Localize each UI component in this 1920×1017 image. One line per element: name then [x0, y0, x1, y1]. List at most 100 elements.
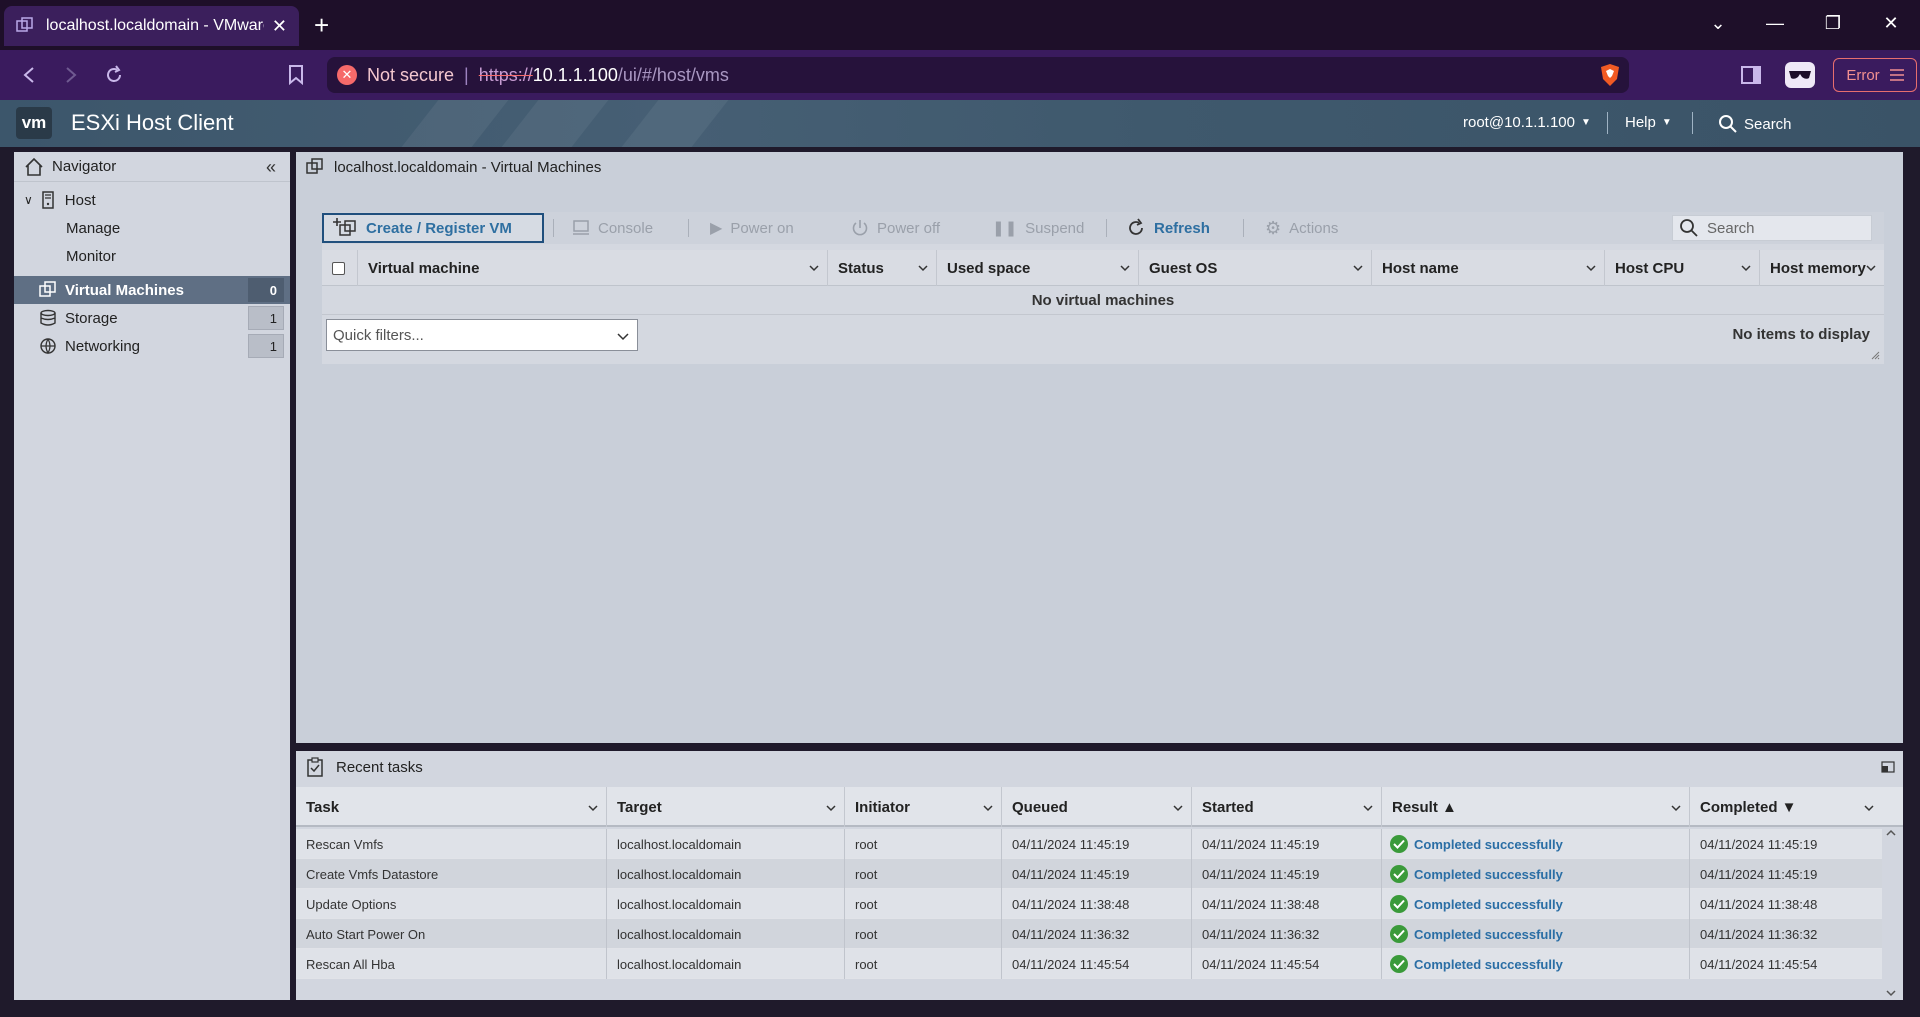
column-label: Virtual machine — [368, 259, 480, 277]
chevron-down-icon[interactable] — [1120, 263, 1130, 273]
back-icon[interactable] — [16, 62, 42, 88]
new-tab-icon[interactable]: + — [314, 10, 329, 40]
help-menu[interactable]: Help ▼ — [1625, 114, 1672, 131]
nav-networking[interactable]: Networking 1 — [14, 332, 290, 360]
chevron-down-icon[interactable] — [918, 263, 928, 273]
reload-icon[interactable] — [101, 62, 127, 88]
header-decoration — [621, 100, 729, 147]
chevron-down-icon[interactable] — [1671, 803, 1681, 813]
column-host-memory[interactable]: Host memory — [1760, 250, 1884, 286]
select-all-cell — [322, 250, 358, 286]
task-result[interactable]: Completed successfully — [1382, 829, 1690, 859]
column-used-space[interactable]: Used space — [937, 250, 1139, 286]
refresh-button[interactable]: Refresh — [1126, 218, 1210, 238]
task-result[interactable]: Completed successfully — [1382, 949, 1690, 979]
power-off-label: Power off — [877, 219, 941, 237]
help-label: Help — [1625, 114, 1656, 131]
browser-tab[interactable]: localhost.localdomain - VMware ✕ — [4, 6, 299, 46]
chevron-down-icon[interactable] — [826, 803, 836, 813]
tab-close-icon[interactable]: ✕ — [272, 16, 287, 37]
collapse-navigator-icon[interactable]: « — [266, 157, 276, 178]
search-label: Search — [1744, 115, 1792, 133]
nav-manage[interactable]: Manage — [14, 214, 290, 242]
chevron-down-icon[interactable] — [1363, 803, 1373, 813]
actions-button[interactable]: ⚙ Actions — [1265, 218, 1338, 239]
column-label: Guest OS — [1149, 259, 1218, 277]
error-menu-button[interactable]: Error — [1833, 58, 1917, 92]
task-result[interactable]: Completed successfully — [1382, 889, 1690, 919]
chevron-down-icon[interactable] — [588, 803, 598, 813]
not-secure-icon[interactable]: ✕ — [337, 65, 357, 85]
task-row[interactable]: Update Options localhost.localdomain roo… — [296, 889, 1882, 919]
url-path: /ui/#/host/vms — [617, 64, 729, 85]
chevron-down-icon[interactable] — [1866, 263, 1876, 273]
virtual-machines-icon — [39, 281, 56, 297]
task-row[interactable]: Rescan Vmfs localhost.localdomain root 0… — [296, 829, 1882, 859]
check-circle-icon — [1390, 925, 1408, 943]
column-result[interactable]: Result ▲ — [1382, 787, 1690, 827]
column-virtual-machine[interactable]: Virtual machine — [358, 250, 828, 286]
task-row[interactable]: Rescan All Hba localhost.localdomain roo… — [296, 949, 1882, 979]
column-target[interactable]: Target — [607, 787, 845, 827]
column-task[interactable]: Task — [296, 787, 607, 827]
column-guest-os[interactable]: Guest OS — [1139, 250, 1372, 286]
forward-icon[interactable] — [58, 62, 84, 88]
resize-grip-icon[interactable] — [1870, 350, 1880, 360]
header-search[interactable]: Search — [1718, 114, 1792, 134]
task-result[interactable]: Completed successfully — [1382, 919, 1690, 949]
nav-virtual-machines[interactable]: Virtual Machines 0 — [14, 276, 290, 304]
address-bar[interactable]: ✕ Not secure | https://10.1.1.100/ui/#/h… — [327, 57, 1629, 93]
column-host-cpu[interactable]: Host CPU — [1605, 250, 1760, 286]
console-label: Console — [598, 219, 654, 237]
chevron-down-icon[interactable] — [1864, 803, 1874, 813]
chevron-down-icon[interactable] — [1353, 263, 1363, 273]
sidebar-toggle-icon[interactable] — [1738, 62, 1764, 88]
chevron-down-icon[interactable] — [983, 803, 993, 813]
nav-storage[interactable]: Storage 1 — [14, 304, 290, 332]
column-queued[interactable]: Queued — [1002, 787, 1192, 827]
column-started[interactable]: Started — [1192, 787, 1382, 827]
not-secure-label[interactable]: Not secure — [367, 65, 454, 86]
leo-glasses-icon[interactable] — [1785, 62, 1815, 88]
vm-search-input[interactable]: Search — [1672, 215, 1872, 241]
quick-filters-select[interactable]: Quick filters... — [326, 319, 638, 351]
power-off-button[interactable]: Power off — [851, 219, 940, 237]
column-host-name[interactable]: Host name — [1372, 250, 1605, 286]
column-label: Target — [617, 798, 662, 816]
chevron-down-icon[interactable] — [1586, 263, 1596, 273]
chevron-down-icon[interactable] — [1173, 803, 1183, 813]
console-button[interactable]: Console — [572, 220, 653, 237]
suspend-button[interactable]: ❚❚ Suspend — [992, 219, 1085, 238]
close-window-icon[interactable]: ✕ — [1871, 6, 1911, 40]
column-label: Host CPU — [1615, 259, 1685, 277]
power-on-button[interactable]: ▶ Power on — [710, 218, 794, 238]
task-result-label: Completed successfully — [1414, 866, 1563, 882]
tab-search-chevron-icon[interactable]: ⌄ — [1698, 6, 1738, 40]
minimize-icon[interactable]: — — [1755, 6, 1795, 40]
chevron-down-icon[interactable] — [809, 263, 819, 273]
task-result[interactable]: Completed successfully — [1382, 859, 1690, 889]
user-menu[interactable]: root@10.1.1.100 ▼ — [1463, 114, 1591, 131]
chevron-down-icon[interactable] — [1741, 263, 1751, 273]
recent-tasks-title: Recent tasks — [336, 758, 423, 776]
column-status[interactable]: Status — [828, 250, 937, 286]
restore-icon[interactable]: ❐ — [1813, 6, 1853, 40]
create-register-vm-button[interactable]: Create / Register VM — [322, 213, 544, 243]
tasks-scrollbar[interactable] — [1885, 829, 1897, 997]
column-initiator[interactable]: Initiator — [845, 787, 1002, 827]
toolbar-divider — [1106, 219, 1107, 237]
navigator-title: Navigator — [52, 158, 117, 175]
column-completed[interactable]: Completed ▼ — [1690, 787, 1882, 827]
task-row[interactable]: Create Vmfs Datastore localhost.localdom… — [296, 859, 1882, 889]
task-row[interactable]: Auto Start Power On localhost.localdomai… — [296, 919, 1882, 949]
maximize-panel-icon[interactable] — [1881, 761, 1895, 773]
bookmark-icon[interactable] — [283, 62, 309, 88]
expand-chevron-icon[interactable]: ∨ — [24, 193, 33, 207]
toolbar-divider — [688, 219, 689, 237]
nav-host[interactable]: ∨ Host — [14, 186, 290, 214]
nav-monitor[interactable]: Monitor — [14, 242, 290, 270]
suspend-label: Suspend — [1025, 219, 1085, 237]
brave-shield-icon[interactable] — [1599, 63, 1621, 87]
power-on-label: Power on — [730, 219, 794, 237]
select-all-checkbox[interactable] — [332, 262, 345, 275]
